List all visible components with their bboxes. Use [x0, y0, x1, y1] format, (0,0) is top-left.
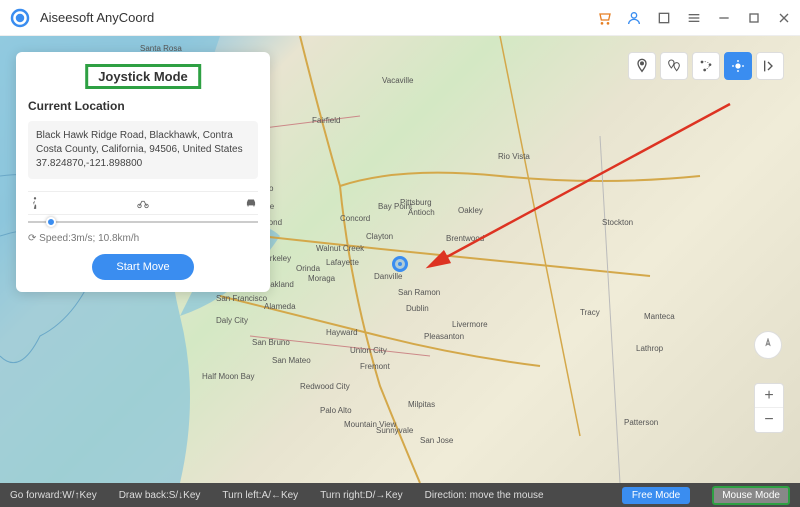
- pin-tool[interactable]: [628, 52, 656, 80]
- city-label: Dublin: [406, 304, 429, 313]
- route-tool[interactable]: [692, 52, 720, 80]
- city-label: Lathrop: [636, 344, 663, 353]
- close-icon[interactable]: [776, 10, 792, 26]
- multi-pin-tool[interactable]: [660, 52, 688, 80]
- city-label: San Bruno: [252, 338, 290, 347]
- city-label: Concord: [340, 214, 370, 223]
- city-label: Redwood City: [300, 382, 350, 391]
- city-label: Union City: [350, 346, 387, 355]
- city-label: Orinda: [296, 264, 320, 273]
- city-label: San Francisco: [216, 294, 267, 303]
- city-label: Tracy: [580, 308, 600, 317]
- map-tools: [628, 52, 784, 80]
- city-label: Clayton: [366, 232, 393, 241]
- city-label: Fairfield: [312, 116, 340, 125]
- cart-icon[interactable]: [596, 10, 612, 26]
- city-label: Livermore: [452, 320, 488, 329]
- location-label: Current Location: [28, 99, 258, 113]
- walk-icon[interactable]: [28, 196, 42, 210]
- city-label: San Ramon: [398, 288, 440, 297]
- titlebar: Aiseesoft AnyCoord: [0, 0, 800, 36]
- city-label: Pleasanton: [424, 332, 464, 341]
- address-text: Black Hawk Ridge Road, Blackhawk, Contra…: [36, 129, 250, 157]
- free-mode-button[interactable]: Free Mode: [622, 487, 690, 504]
- hint-direction: Direction: move the mouse: [425, 490, 544, 501]
- zoom-controls: + −: [754, 331, 784, 433]
- city-label: Stockton: [602, 218, 633, 227]
- location-marker: [392, 256, 408, 272]
- control-panel: Joystick Mode Current Location Black Haw…: [16, 52, 270, 292]
- coords-text: 37.824870,-121.898800: [36, 157, 250, 171]
- city-label: Moraga: [308, 274, 335, 283]
- minimize-icon[interactable]: [716, 10, 732, 26]
- city-label: Vacaville: [382, 76, 413, 85]
- city-label: San Jose: [420, 436, 453, 445]
- bike-icon[interactable]: [136, 196, 150, 210]
- slider-thumb[interactable]: [46, 217, 56, 227]
- start-move-button[interactable]: Start Move: [92, 254, 193, 280]
- city-label: Pittsburg: [400, 198, 432, 207]
- city-label: San Mateo: [272, 356, 311, 365]
- city-label: Walnut Creek: [316, 244, 364, 253]
- city-label: Rio Vista: [498, 152, 530, 161]
- app-logo: [8, 6, 32, 30]
- mode-badge: Joystick Mode: [85, 64, 201, 89]
- city-label: Sunnyvale: [376, 426, 413, 435]
- city-label: Half Moon Bay: [202, 372, 254, 381]
- city-label: Patterson: [624, 418, 658, 427]
- zoom-out-button[interactable]: −: [755, 408, 783, 432]
- city-label: Alameda: [264, 302, 296, 311]
- map[interactable]: Santa RosaPetalumaNovatoSan RafaelFairfi…: [0, 36, 800, 483]
- speed-slider[interactable]: [28, 221, 258, 223]
- zoom-in-button[interactable]: +: [755, 384, 783, 408]
- city-label: Lafayette: [326, 258, 359, 267]
- titlebar-actions: [596, 10, 792, 26]
- hint-back: Draw back:S/↓Key: [119, 490, 201, 501]
- city-label: Oakley: [458, 206, 483, 215]
- city-label: Palo Alto: [320, 406, 352, 415]
- joystick-tool[interactable]: [724, 52, 752, 80]
- city-label: Milpitas: [408, 400, 435, 409]
- car-icon[interactable]: [244, 196, 258, 210]
- speed-readout: ⟳ Speed:3m/s; 10.8km/h: [28, 233, 258, 244]
- city-label: Hayward: [326, 328, 358, 337]
- bottombar: Go forward:W/↑Key Draw back:S/↓Key Turn …: [0, 483, 800, 507]
- city-label: Brentwood: [446, 234, 484, 243]
- menu-icon[interactable]: [686, 10, 702, 26]
- address-box: Black Hawk Ridge Road, Blackhawk, Contra…: [28, 121, 258, 179]
- mouse-mode-button[interactable]: Mouse Mode: [712, 486, 790, 505]
- city-label: Fremont: [360, 362, 390, 371]
- hint-forward: Go forward:W/↑Key: [10, 490, 97, 501]
- city-label: Danville: [374, 272, 402, 281]
- hint-left: Turn left:A/←Key: [222, 490, 298, 501]
- compass-icon[interactable]: [754, 331, 782, 359]
- speed-mode-row: [28, 191, 258, 215]
- app-title: Aiseesoft AnyCoord: [40, 10, 154, 25]
- hint-right: Turn right:D/→Key: [320, 490, 402, 501]
- city-label: Manteca: [644, 312, 675, 321]
- window-icon[interactable]: [656, 10, 672, 26]
- maximize-icon[interactable]: [746, 10, 762, 26]
- user-icon[interactable]: [626, 10, 642, 26]
- city-label: Daly City: [216, 316, 248, 325]
- export-tool[interactable]: [756, 52, 784, 80]
